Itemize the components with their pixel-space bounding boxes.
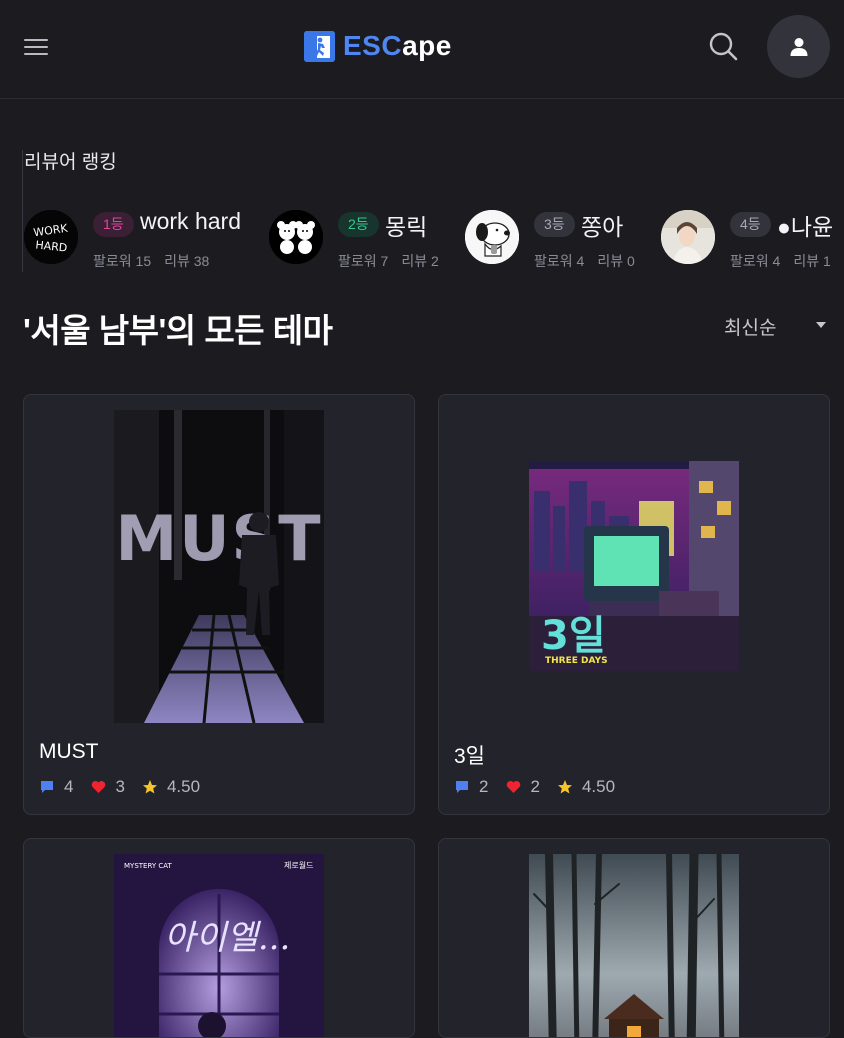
followers-count: 팔로워 4 — [534, 253, 585, 269]
search-icon[interactable] — [707, 30, 739, 62]
rating-value: 4.50 — [581, 777, 616, 796]
poster-subtitle: THREE DAYS — [545, 656, 608, 666]
followers-count: 팔로워 4 — [730, 253, 781, 269]
chevron-down-icon — [816, 322, 826, 328]
ranker-name: ●나윤 — [777, 214, 834, 240]
avatar — [269, 210, 323, 264]
followers-count: 팔로워 15 — [93, 253, 152, 269]
theme-card[interactable] — [438, 838, 830, 1038]
logo-text-esc: ESC — [343, 30, 403, 61]
rank-badge: 3등 — [534, 212, 575, 237]
rank-badge: 2등 — [338, 212, 379, 237]
sort-dropdown[interactable]: 최신순 — [724, 312, 830, 340]
followers-count: 팔로워 7 — [338, 253, 389, 269]
ranker-item[interactable]: WORK HARD 1등 work hard 팔로워 15 리뷰 38 — [24, 206, 254, 270]
star-icon — [557, 779, 573, 795]
sort-selected-value: 최신순 — [724, 317, 777, 339]
like-count: 2 — [530, 777, 540, 796]
page-title: '서울 남부'의 모든 테마 — [23, 312, 333, 349]
poster-title: MUST — [116, 502, 323, 575]
scroll-edge-divider — [22, 150, 23, 272]
avatar — [661, 210, 715, 264]
comment-icon — [39, 779, 55, 795]
rating-value: 4.50 — [166, 777, 201, 796]
reviews-count: 리뷰 1 — [793, 253, 831, 269]
ranker-stats: 팔로워 4 리뷰 0 — [534, 251, 635, 271]
ranker-item[interactable]: 2등 몽릭 팔로워 7 리뷰 2 — [269, 206, 449, 270]
ranker-item[interactable]: 3등 쫑아 팔로워 4 리뷰 0 — [465, 206, 645, 270]
theme-poster: MYSTERY CAT 제로월드 아이엘... — [114, 854, 324, 1037]
ranker-stats: 팔로워 15 리뷰 38 — [93, 251, 209, 271]
avatar: WORK HARD — [24, 210, 78, 264]
app-header: ESCape — [0, 0, 844, 99]
ranker-name: 몽릭 — [385, 214, 428, 240]
ranking-title: 리뷰어 랭킹 — [24, 152, 117, 173]
reviews-count: 리뷰 0 — [597, 253, 635, 269]
theme-stats: 4 3 4.50 — [39, 777, 217, 797]
ranker-name: work hard — [140, 208, 241, 234]
theme-poster: MUST — [114, 410, 324, 723]
theme-title: MUST — [39, 740, 99, 763]
theme-poster: 3일 THREE DAYS — [529, 461, 739, 671]
poster-title: 아이엘... — [164, 918, 290, 958]
app-logo[interactable]: ESCape — [304, 30, 452, 62]
rank-badge: 1등 — [93, 212, 134, 237]
comment-icon — [454, 779, 470, 795]
theme-stats: 2 2 4.50 — [454, 777, 632, 797]
poster-title: 3일 — [541, 613, 606, 659]
theme-title: 3일 — [454, 745, 485, 768]
theme-poster — [529, 854, 739, 1037]
ranker-stats: 팔로워 4 리뷰 1 — [730, 251, 831, 270]
theme-card[interactable]: MUST MUST 4 3 4.50 — [23, 394, 415, 815]
rank-badge: 4등 — [730, 212, 771, 237]
star-icon — [142, 779, 158, 795]
logo-escape-icon — [304, 30, 335, 62]
poster-brand-left: MYSTERY CAT — [124, 862, 173, 870]
hamburger-menu-icon[interactable] — [24, 39, 48, 56]
ranker-stats: 팔로워 7 리뷰 2 — [338, 251, 439, 271]
poster-brand-right: 제로월드 — [284, 860, 313, 870]
like-count: 3 — [115, 777, 125, 796]
profile-button[interactable] — [767, 15, 830, 78]
heart-icon — [505, 779, 521, 795]
theme-card[interactable]: MYSTERY CAT 제로월드 아이엘... — [23, 838, 415, 1038]
ranker-name: 쫑아 — [581, 214, 624, 240]
user-icon — [790, 37, 807, 56]
comment-count: 4 — [64, 777, 74, 796]
reviewer-ranking: 리뷰어 랭킹 WORK HARD 1등 work hard 팔로워 15 리뷰 3… — [0, 100, 844, 275]
reviews-count: 리뷰 38 — [164, 253, 210, 269]
heart-icon — [90, 779, 106, 795]
logo-text-ape: ape — [402, 30, 452, 61]
comment-count: 2 — [479, 777, 489, 796]
ranker-item[interactable]: 4등 ●나윤 팔로워 4 리뷰 1 — [661, 206, 844, 270]
reviews-count: 리뷰 2 — [401, 253, 439, 269]
theme-card[interactable]: 3일 THREE DAYS 3일 2 2 4.50 — [438, 394, 830, 815]
avatar — [465, 210, 519, 264]
